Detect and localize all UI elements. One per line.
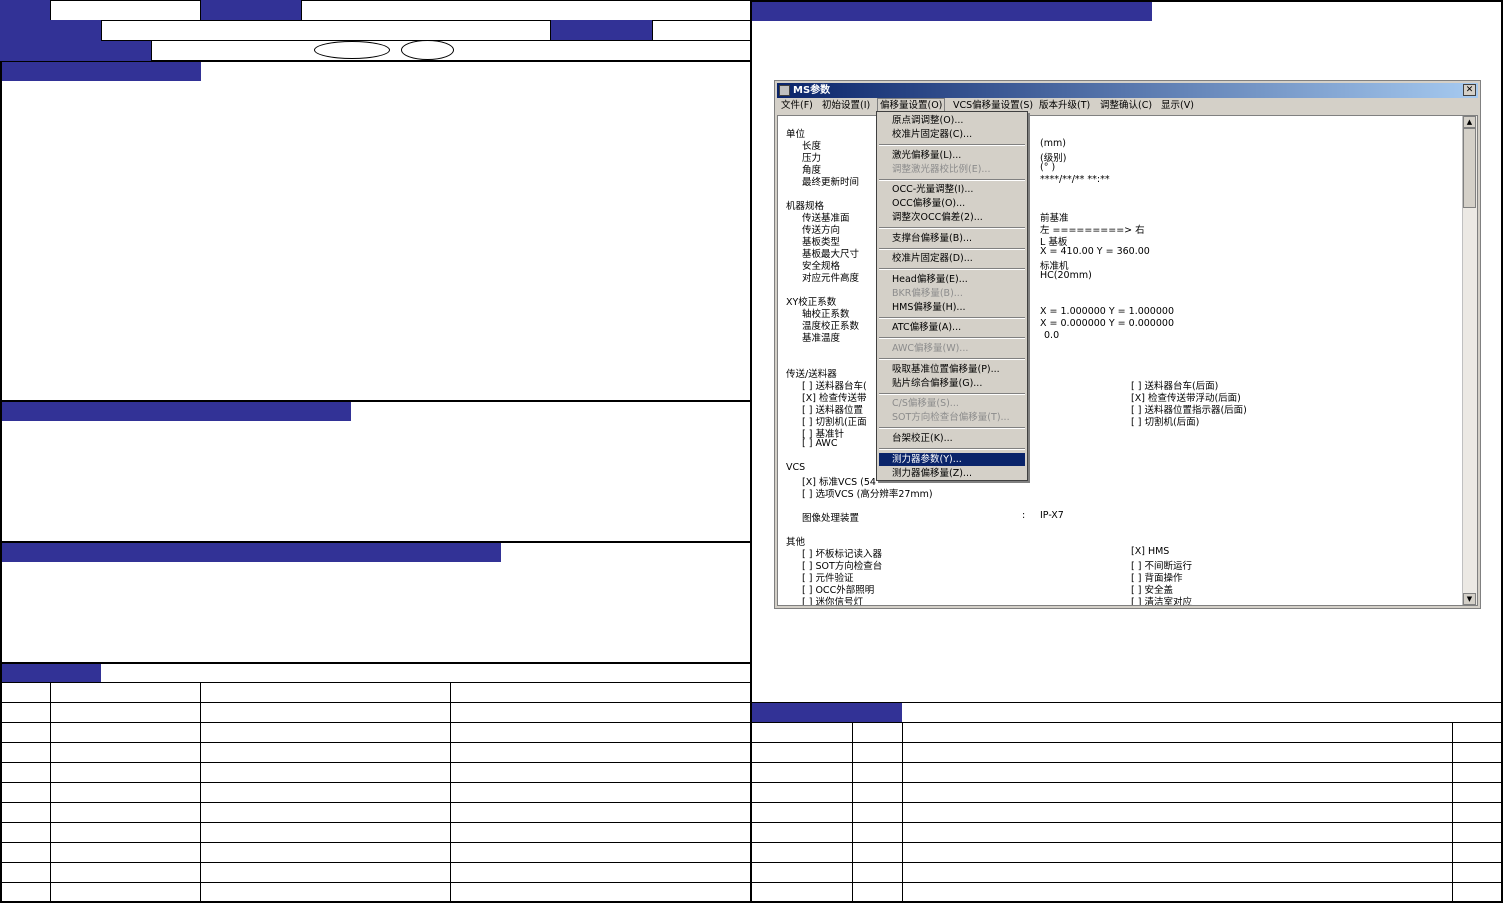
close-icon[interactable]: ✕ [1463, 84, 1476, 96]
right-table-grid [752, 702, 1503, 903]
feeder-option[interactable]: [ ] AWC [802, 438, 837, 449]
menu-item-cs-offset: C/S偏移量(S)... [892, 398, 959, 409]
menu-item-calibration-fixture-d[interactable]: 校准片固定器(D)... [879, 252, 1025, 265]
header-field-2[interactable] [301, 0, 752, 21]
menu-adjust-confirm[interactable]: 调整确认(C) [1100, 98, 1152, 114]
header-field-1[interactable] [50, 0, 201, 21]
menu-separator [879, 427, 1025, 429]
xy-value: 0.0 [1044, 330, 1060, 341]
header-field-3[interactable] [101, 20, 551, 41]
section-1-body[interactable] [0, 61, 752, 401]
menu-separator [879, 448, 1025, 450]
menu-item-support-offset[interactable]: 支撑台偏移量(B)... [879, 232, 1025, 245]
header-label-2 [201, 0, 301, 20]
option-oval-2[interactable] [401, 40, 454, 60]
menu-item-calibration-fixture[interactable]: 校准片固定器(C)... [879, 128, 1025, 141]
record-table [0, 682, 752, 903]
xy-value: X = 0.000000 Y = 0.000000 [1040, 318, 1174, 329]
feeder-option-rear[interactable]: [ ] 切割机(后面) [1131, 414, 1199, 428]
menu-item-awc-offset: AWC偏移量(W)... [892, 343, 969, 354]
header-label-1 [0, 0, 50, 20]
unit-value: (° ) [1040, 162, 1056, 173]
machine-value: HC(20mm) [1040, 270, 1092, 281]
menu-separator [879, 317, 1025, 319]
other-option[interactable]: [ ] 迷你信号灯 [802, 594, 863, 605]
header-field-4[interactable] [652, 20, 752, 41]
header-label-5 [0, 41, 151, 61]
other-option-right[interactable]: [X] HMS [1131, 546, 1169, 557]
menu-item-head-offset[interactable]: Head偏移量(E)... [879, 273, 1025, 286]
menu-item-origin-adjust[interactable]: 原点调调整(O)... [879, 114, 1025, 127]
menu-separator [879, 268, 1025, 270]
scroll-up-icon[interactable]: ▲ [1463, 116, 1476, 128]
section-2-body[interactable] [0, 401, 752, 542]
unit-label: 最终更新时间 [802, 177, 860, 188]
machine-label: 对应元件高度 [802, 273, 860, 284]
header-label-3 [0, 20, 101, 41]
header-label-4 [551, 20, 652, 41]
option-oval-1[interactable] [314, 41, 390, 59]
window-title: MS参数 [793, 85, 831, 96]
menu-item-occ-offset[interactable]: OCC偏移量(O)... [879, 197, 1025, 210]
menu-item-sot-offset: SOT方向检查台偏移量(T)... [892, 412, 1010, 423]
menu-item-gantry-calibration[interactable]: 台架校正(K)... [879, 432, 1025, 445]
menu-item-pickup-offset[interactable]: 吸取基准位置偏移量(P)... [879, 363, 1025, 376]
unit-value: ****/**/** **:** [1040, 174, 1110, 185]
menu-item-placement-offset[interactable]: 贴片综合偏移量(G)... [879, 377, 1025, 390]
xy-label: 基准温度 [802, 333, 841, 344]
menu-item-occ-deviation[interactable]: 调整次OCC偏差(2)... [879, 211, 1025, 224]
menu-file[interactable]: 文件(F) [781, 98, 813, 114]
menu-separator [879, 337, 1025, 339]
vertical-scrollbar[interactable]: ▲ ▼ [1462, 116, 1477, 605]
menu-item-laser-ratio: 调整激光器校比例(E)... [892, 164, 991, 175]
menu-item-atc-offset[interactable]: ATC偏移量(A)... [879, 321, 1025, 334]
menu-separator [879, 393, 1025, 395]
section-3-body[interactable] [0, 542, 752, 663]
offset-settings-dropdown: 原点调调整(O)... 校准片固定器(C)... 激光偏移量(L)... 调整激… [876, 111, 1028, 481]
menu-item-occ-light[interactable]: OCC-光量调整(I)... [879, 183, 1025, 196]
menu-display[interactable]: 显示(V) [1161, 98, 1194, 114]
window-titlebar[interactable]: MS参数 ✕ [777, 83, 1478, 98]
image-processor-label: 图像处理装置 [802, 513, 860, 524]
menu-separator [879, 144, 1025, 146]
menu-separator [879, 358, 1025, 360]
scroll-thumb[interactable] [1463, 128, 1476, 208]
app-icon [779, 85, 790, 96]
menu-version-upgrade[interactable]: 版本升级(T) [1039, 98, 1090, 114]
menu-separator [879, 179, 1025, 181]
record-table-grid [0, 682, 752, 903]
scroll-down-icon[interactable]: ▼ [1463, 593, 1476, 605]
vcs-option[interactable]: [ ] 选项VCS (高分辨率27mm) [802, 486, 933, 500]
right-table [752, 702, 1503, 903]
form-left [0, 0, 752, 903]
xy-value: X = 1.000000 Y = 1.000000 [1040, 306, 1174, 317]
menu-separator [879, 227, 1025, 229]
image-processor-colon: : [1022, 510, 1026, 521]
machine-value: X = 410.00 Y = 360.00 [1040, 246, 1150, 257]
unit-value: (mm) [1040, 138, 1066, 149]
menu-item-bkr-offset: BKR偏移量(B)... [892, 288, 963, 299]
menu-item-force-gauge-offset[interactable]: 测力器偏移量(Z)... [879, 467, 1025, 480]
menu-item-hms-offset[interactable]: HMS偏移量(H)... [879, 301, 1025, 314]
menu-separator [879, 248, 1025, 250]
vcs-header: VCS [786, 462, 806, 473]
other-option-right[interactable]: [ ] 清洁室对应 [1131, 594, 1192, 605]
image-processor-value: IP-X7 [1040, 510, 1064, 521]
menu-item-laser-offset[interactable]: 激光偏移量(L)... [879, 149, 1025, 162]
menu-initial-settings[interactable]: 初始设置(I) [822, 98, 870, 114]
menu-item-force-gauge-params[interactable]: 测力器参数(Y)... [879, 453, 1025, 466]
